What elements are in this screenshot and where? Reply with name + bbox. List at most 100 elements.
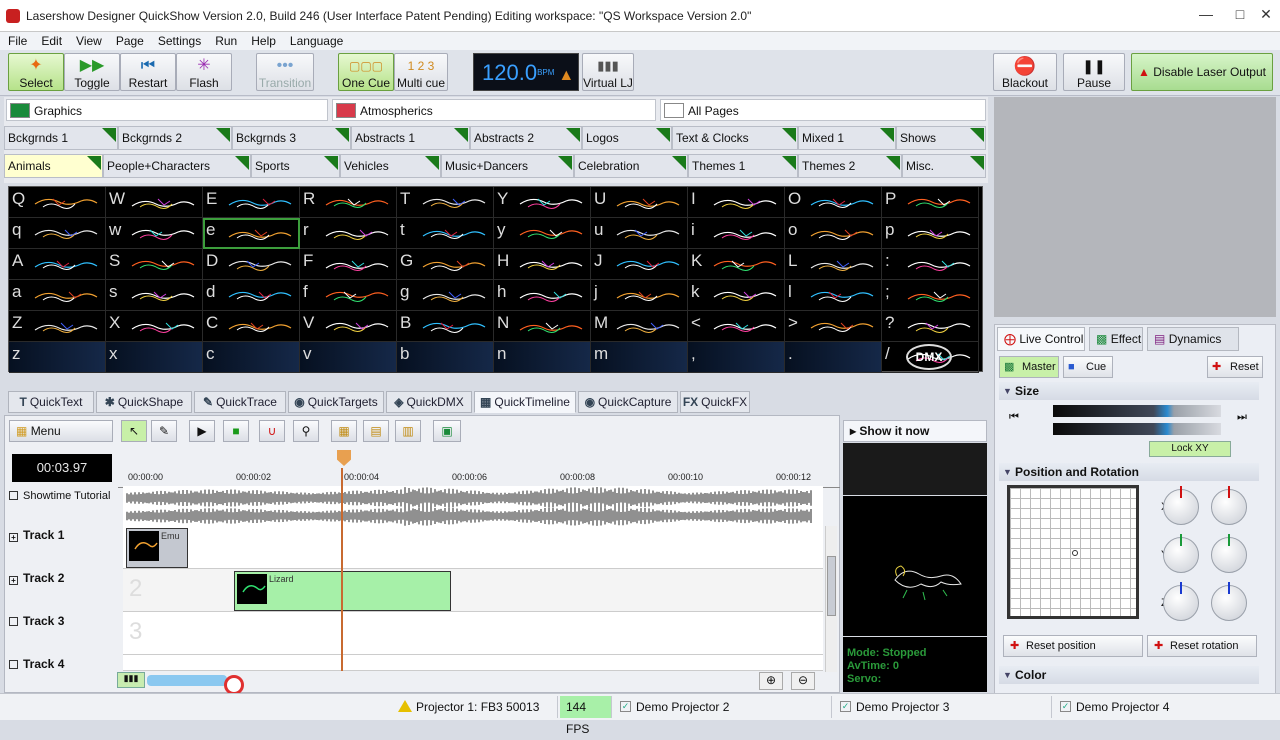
cue-cell[interactable]: X	[106, 311, 203, 342]
track-lane-3[interactable]: 3	[123, 612, 823, 655]
cue-cell[interactable]: .	[785, 342, 882, 373]
cue-cell[interactable]: T	[397, 187, 494, 218]
cue-cell[interactable]: ?	[882, 311, 979, 342]
cue-cell[interactable]: q	[9, 218, 106, 249]
tab-effect[interactable]: ▩ Effect	[1089, 327, 1143, 351]
cue-cell[interactable]: B	[397, 311, 494, 342]
page-tab-row2-vehicles[interactable]: Vehicles	[340, 154, 441, 178]
page-tab-row1-shows[interactable]: Shows	[896, 126, 986, 150]
select-button[interactable]: ✦ Select	[8, 53, 64, 91]
loop-button[interactable]: ∪	[259, 420, 285, 442]
cue-cell[interactable]: E	[203, 187, 300, 218]
cue-cell[interactable]: N	[494, 311, 591, 342]
zoom-button[interactable]: ⚲	[293, 420, 319, 442]
cue-cell[interactable]: W	[106, 187, 203, 218]
cue-cell[interactable]: P	[882, 187, 979, 218]
disable-laser-button[interactable]: ▲ Disable Laser Output	[1131, 53, 1273, 91]
tab-quicktrace[interactable]: ✎ QuickTrace	[194, 391, 286, 413]
tab-quickfx[interactable]: FX QuickFX	[680, 391, 750, 413]
toggle-button[interactable]: ▶▶ Toggle	[64, 53, 120, 91]
cue-cell[interactable]: F	[300, 249, 397, 280]
size-x-slider[interactable]	[1053, 405, 1221, 417]
tab-quicktimeline[interactable]: ▦ QuickTimeline	[474, 391, 576, 413]
projector-3-status[interactable]: ✓ Demo Projector 3	[836, 696, 1052, 718]
cue-cell[interactable]: b	[397, 342, 494, 373]
menu-file[interactable]: File	[2, 32, 33, 50]
y-position-knob[interactable]	[1163, 534, 1199, 573]
pencil-tool-button[interactable]: ✎	[151, 420, 177, 442]
size-y-slider[interactable]	[1053, 423, 1221, 435]
skip-start-icon[interactable]: ⏮	[1009, 411, 1019, 424]
page-tab-row1-bckgrnds-3[interactable]: Bckgrnds 3	[232, 126, 351, 150]
cue-cell[interactable]: U	[591, 187, 688, 218]
page-tab-row2-celebration[interactable]: Celebration	[574, 154, 688, 178]
cue-cell[interactable]: y	[494, 218, 591, 249]
reset-button[interactable]: ✚ Reset	[1207, 356, 1263, 378]
reset-rotation-button[interactable]: ✚ Reset rotation	[1147, 635, 1257, 657]
page-tab-row2-misc-[interactable]: Misc.	[902, 154, 986, 178]
page-tab-row2-themes-2[interactable]: Themes 2	[798, 154, 902, 178]
cue-cell[interactable]: A	[9, 249, 106, 280]
page-tab-row2-sports[interactable]: Sports	[251, 154, 340, 178]
z-rotation-knob[interactable]	[1211, 582, 1247, 621]
menu-run[interactable]: Run	[209, 32, 243, 50]
tab-quickcapture[interactable]: ◉ QuickCapture	[578, 391, 678, 413]
x-rotation-knob[interactable]	[1211, 486, 1247, 525]
page-tab-row2-themes-1[interactable]: Themes 1	[688, 154, 798, 178]
projector-2-status[interactable]: ✓ Demo Projector 2	[616, 696, 832, 718]
track-lane-4[interactable]	[123, 655, 823, 671]
cue-cell[interactable]: :	[882, 249, 979, 280]
menu-page[interactable]: Page	[110, 32, 150, 50]
cue-cell[interactable]: J	[591, 249, 688, 280]
cue-cell[interactable]: G	[397, 249, 494, 280]
flash-button[interactable]: ✳ Flash	[176, 53, 232, 91]
cue-cell[interactable]: o	[785, 218, 882, 249]
cue-cell[interactable]: n	[494, 342, 591, 373]
cue-cell[interactable]: j	[591, 280, 688, 311]
position-handle[interactable]	[1072, 550, 1078, 556]
z-position-knob[interactable]	[1163, 582, 1199, 621]
size-section-header[interactable]: ▼ Size	[999, 382, 1259, 400]
target-icon[interactable]	[224, 675, 244, 695]
transition-button[interactable]: ••• Transition	[256, 53, 314, 91]
blackout-button[interactable]: ⛔ Blackout	[993, 53, 1057, 91]
cue-cell[interactable]: M	[591, 311, 688, 342]
cue-cell[interactable]: e	[203, 218, 300, 249]
page-tab-row2-music-dancers[interactable]: Music+Dancers	[441, 154, 574, 178]
cue-cell[interactable]: k	[688, 280, 785, 311]
tab-quickshape[interactable]: ✱ QuickShape	[96, 391, 192, 413]
tab-quicktext[interactable]: T QuickText	[8, 391, 94, 413]
stop-button[interactable]: ■	[223, 420, 249, 442]
clip-emu[interactable]: Emu	[126, 528, 188, 568]
cue-cell[interactable]: S	[106, 249, 203, 280]
vertical-scrollbar[interactable]	[825, 526, 837, 672]
cue-cell[interactable]: s	[106, 280, 203, 311]
one-cue-button[interactable]: ▢▢▢ One Cue	[338, 53, 394, 91]
cue-cell[interactable]: I	[688, 187, 785, 218]
cue-cell[interactable]: Z	[9, 311, 106, 342]
tab-live-control[interactable]: ⨁ Live Control	[997, 327, 1085, 351]
cue-cell[interactable]: H	[494, 249, 591, 280]
menu-language[interactable]: Language	[284, 32, 349, 50]
restart-button[interactable]: ⏮ Restart	[120, 53, 176, 91]
projector-1-status[interactable]: Projector 1: FB3 50013	[396, 696, 558, 718]
h-scroll-grip[interactable]: ▮▮▮	[117, 672, 145, 688]
page-tab-row1-text-clocks[interactable]: Text & Clocks	[672, 126, 798, 150]
cue-cell[interactable]: c	[203, 342, 300, 373]
bpm-display[interactable]: 120.0BPM ▲	[473, 53, 579, 91]
tab-quickdmx[interactable]: ◈ QuickDMX	[386, 391, 472, 413]
timeline-menu-button[interactable]: ▦ Menu	[9, 420, 113, 442]
play-button[interactable]: ▶	[189, 420, 215, 442]
zoom-out-icon[interactable]: ⊖	[791, 672, 815, 690]
checkbox-icon[interactable]: ✓	[840, 701, 851, 712]
lock-xy-toggle[interactable]: Lock XY	[1149, 441, 1231, 457]
cue-cell[interactable]: R	[300, 187, 397, 218]
cue-cell[interactable]: C	[203, 311, 300, 342]
page-tab-row1-mixed-1[interactable]: Mixed 1	[798, 126, 896, 150]
page-tab-row2-animals[interactable]: Animals	[4, 154, 103, 178]
cue-cell[interactable]: V	[300, 311, 397, 342]
cue-cell[interactable]: <	[688, 311, 785, 342]
cue-cell[interactable]: D	[203, 249, 300, 280]
x-position-knob[interactable]	[1163, 486, 1199, 525]
cue-cell[interactable]: Q	[9, 187, 106, 218]
